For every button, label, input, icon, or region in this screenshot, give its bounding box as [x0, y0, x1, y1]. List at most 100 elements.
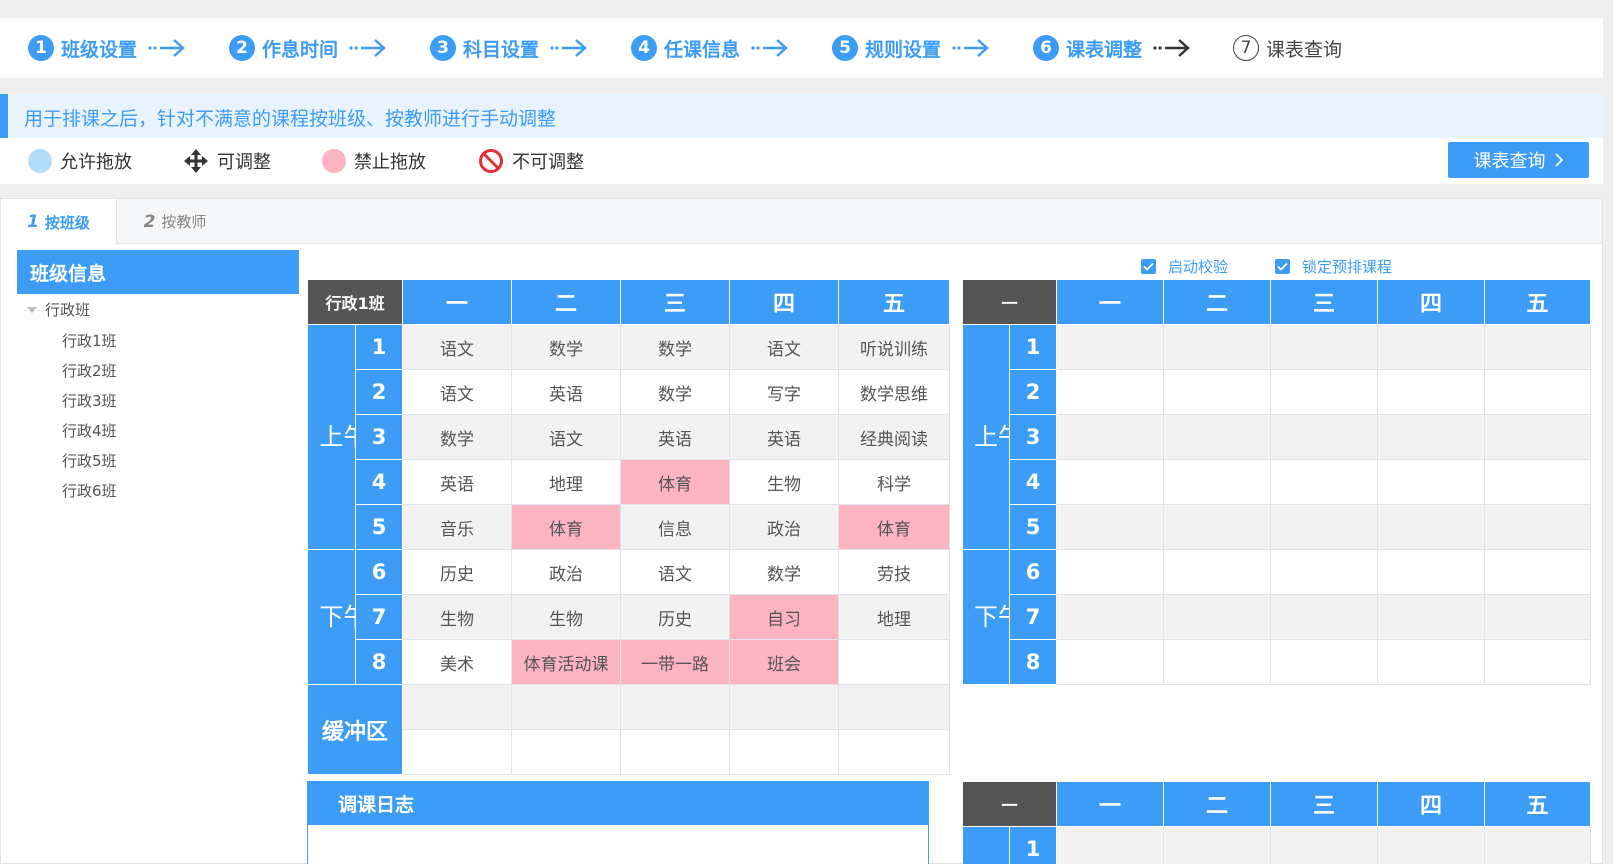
schedule-cell[interactable]	[1377, 459, 1486, 505]
schedule-cell[interactable]	[1056, 459, 1165, 505]
schedule-cell[interactable]	[1484, 549, 1592, 595]
schedule-cell[interactable]	[1056, 369, 1165, 415]
schedule-cell[interactable]: 数学思维	[838, 369, 951, 415]
step-schedule-time[interactable]: 2 作息时间	[229, 32, 388, 64]
schedule-cell[interactable]	[1270, 826, 1379, 864]
step-teaching-info[interactable]: 4 任课信息	[631, 32, 790, 64]
schedule-cell[interactable]	[1056, 826, 1165, 864]
buffer-cell[interactable]	[729, 729, 840, 775]
schedule-cell[interactable]: 英语	[402, 459, 513, 505]
schedule-cell[interactable]	[1377, 594, 1486, 640]
schedule-cell[interactable]	[1484, 826, 1592, 864]
schedule-cell[interactable]: 语文	[402, 369, 513, 415]
schedule-cell[interactable]	[1163, 369, 1272, 415]
schedule-cell[interactable]	[1056, 414, 1165, 460]
schedule-cell[interactable]	[1484, 324, 1592, 370]
schedule-cell[interactable]: 数学	[620, 369, 731, 415]
schedule-cell[interactable]	[1163, 504, 1272, 550]
schedule-cell[interactable]	[1270, 549, 1379, 595]
schedule-cell[interactable]: 历史	[402, 549, 513, 595]
schedule-cell[interactable]: 体育	[620, 459, 731, 505]
schedule-cell[interactable]: 英语	[511, 369, 622, 415]
schedule-cell[interactable]: 美术	[402, 639, 513, 685]
step-schedule-adjust[interactable]: 6 课表调整	[1033, 32, 1192, 64]
schedule-cell[interactable]: 劳技	[838, 549, 951, 595]
schedule-cell[interactable]	[1484, 459, 1592, 505]
schedule-cell[interactable]	[1484, 594, 1592, 640]
tree-item-class-5[interactable]: 行政5班	[62, 450, 117, 471]
schedule-cell[interactable]: 历史	[620, 594, 731, 640]
schedule-cell[interactable]: 一带一路	[620, 639, 731, 685]
schedule-cell[interactable]: 音乐	[402, 504, 513, 550]
schedule-cell[interactable]: 自习	[729, 594, 840, 640]
schedule-cell[interactable]	[1163, 414, 1272, 460]
schedule-cell[interactable]	[1270, 639, 1379, 685]
schedule-cell[interactable]	[1056, 504, 1165, 550]
schedule-cell[interactable]	[1270, 459, 1379, 505]
schedule-cell[interactable]: 语文	[729, 324, 840, 370]
tree-item-class-4[interactable]: 行政4班	[62, 420, 117, 441]
schedule-cell[interactable]	[1270, 324, 1379, 370]
tree-node-admin-class[interactable]: 行政班	[27, 299, 90, 320]
buffer-cell[interactable]	[511, 729, 622, 775]
schedule-cell[interactable]	[1056, 324, 1165, 370]
buffer-cell[interactable]	[620, 684, 731, 730]
schedule-cell[interactable]: 科学	[838, 459, 951, 505]
schedule-cell[interactable]	[1163, 826, 1272, 864]
buffer-cell[interactable]	[620, 729, 731, 775]
schedule-cell[interactable]	[1484, 504, 1592, 550]
step-schedule-query[interactable]: 7 课表查询	[1233, 32, 1342, 64]
schedule-cell[interactable]	[1377, 414, 1486, 460]
schedule-cell[interactable]	[1056, 639, 1165, 685]
schedule-cell[interactable]	[1270, 414, 1379, 460]
tab-by-class[interactable]: 1 按班级	[1, 199, 117, 245]
schedule-cell[interactable]	[1270, 594, 1379, 640]
schedule-cell[interactable]	[1377, 324, 1486, 370]
schedule-cell[interactable]: 体育活动课	[511, 639, 622, 685]
schedule-cell[interactable]: 生物	[511, 594, 622, 640]
schedule-cell[interactable]: 生物	[729, 459, 840, 505]
tree-item-class-3[interactable]: 行政3班	[62, 390, 117, 411]
buffer-cell[interactable]	[402, 729, 513, 775]
schedule-cell[interactable]	[1377, 826, 1486, 864]
tree-item-class-2[interactable]: 行政2班	[62, 360, 117, 381]
schedule-cell[interactable]	[1163, 459, 1272, 505]
schedule-cell[interactable]	[838, 639, 951, 685]
schedule-cell[interactable]	[1056, 549, 1165, 595]
schedule-cell[interactable]: 体育	[838, 504, 951, 550]
buffer-cell[interactable]	[402, 684, 513, 730]
schedule-cell[interactable]: 数学	[402, 414, 513, 460]
schedule-query-button[interactable]: 课表查询	[1448, 142, 1589, 178]
buffer-cell[interactable]	[511, 684, 622, 730]
schedule-cell[interactable]: 体育	[511, 504, 622, 550]
step-class-settings[interactable]: 1 班级设置	[28, 32, 187, 64]
step-rule-settings[interactable]: 5 规则设置	[832, 32, 991, 64]
schedule-cell[interactable]: 班会	[729, 639, 840, 685]
schedule-cell[interactable]: 英语	[620, 414, 731, 460]
schedule-cell[interactable]: 语文	[402, 324, 513, 370]
lock-preset-checkbox[interactable]: 锁定预排课程	[1275, 256, 1392, 277]
schedule-cell[interactable]	[1163, 549, 1272, 595]
start-check-checkbox[interactable]: 启动校验	[1141, 256, 1228, 277]
schedule-cell[interactable]: 信息	[620, 504, 731, 550]
schedule-cell[interactable]	[1270, 369, 1379, 415]
schedule-cell[interactable]	[1484, 639, 1592, 685]
schedule-cell[interactable]	[1270, 504, 1379, 550]
schedule-cell[interactable]: 语文	[511, 414, 622, 460]
schedule-cell[interactable]: 生物	[402, 594, 513, 640]
buffer-cell[interactable]	[838, 684, 951, 730]
schedule-cell[interactable]: 政治	[511, 549, 622, 595]
schedule-cell[interactable]	[1377, 639, 1486, 685]
schedule-cell[interactable]: 经典阅读	[838, 414, 951, 460]
schedule-cell[interactable]: 地理	[511, 459, 622, 505]
schedule-cell[interactable]	[1056, 594, 1165, 640]
schedule-cell[interactable]: 政治	[729, 504, 840, 550]
schedule-cell[interactable]: 数学	[620, 324, 731, 370]
schedule-cell[interactable]: 写字	[729, 369, 840, 415]
schedule-cell[interactable]: 地理	[838, 594, 951, 640]
tree-item-class-6[interactable]: 行政6班	[62, 480, 117, 501]
tab-by-teacher[interactable]: 2 按教师	[117, 199, 233, 244]
schedule-cell[interactable]	[1377, 549, 1486, 595]
schedule-cell[interactable]: 听说训练	[838, 324, 951, 370]
step-subject-settings[interactable]: 3 科目设置	[430, 32, 589, 64]
